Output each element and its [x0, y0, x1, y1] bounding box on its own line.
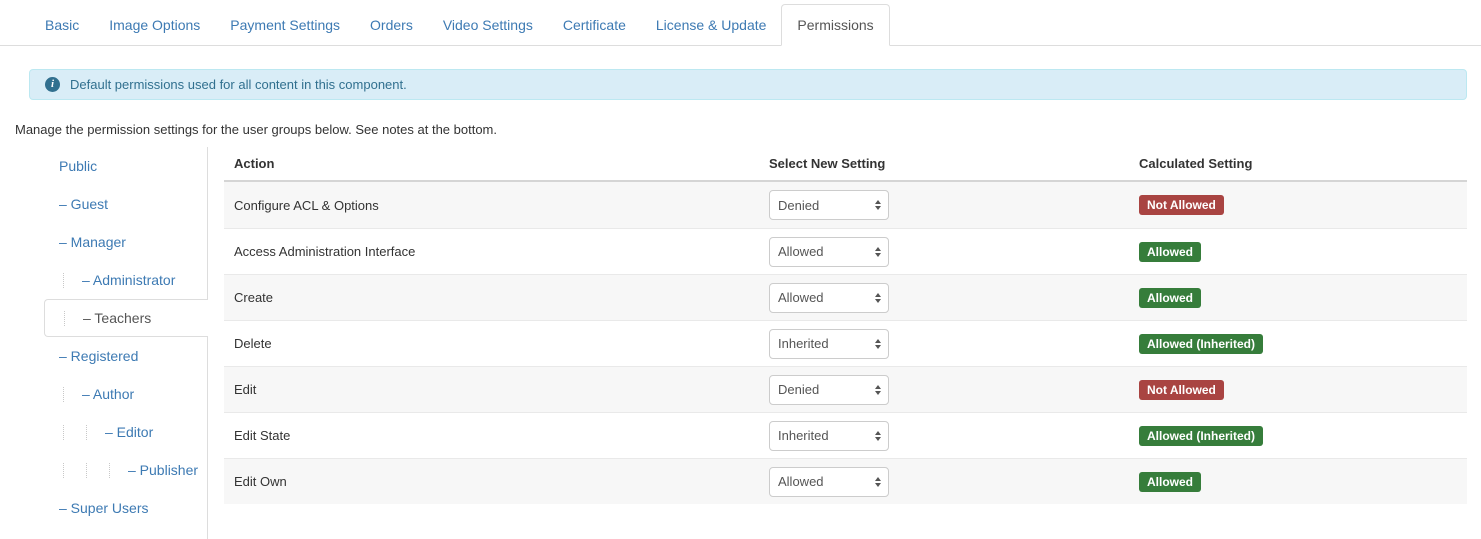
action-label: Configure ACL & Options: [224, 198, 759, 213]
permissions-table-body: Configure ACL & Options Denied Not Allowed…: [224, 182, 1467, 504]
permissions-layout: Public – Guest – Manager – Administrator – T…: [0, 147, 1481, 539]
tab-certificate[interactable]: Certificate: [548, 5, 641, 45]
permission-row-delete: Delete Inherited Allowed (Inherited): [224, 320, 1467, 366]
action-label: Edit Own: [224, 474, 759, 489]
calculated-setting-badge: Allowed (Inherited): [1139, 334, 1263, 354]
tab-video-settings[interactable]: Video Settings: [428, 5, 548, 45]
setting-select-edit-own[interactable]: Allowed: [769, 467, 889, 497]
calculated-setting-badge: Allowed: [1139, 472, 1201, 492]
setting-select-configure-acl-options[interactable]: Denied: [769, 190, 889, 220]
hierarchy-dotted-line: [63, 425, 82, 440]
group-label: – Editor: [105, 424, 153, 440]
user-group-list: Public – Guest – Manager – Administrator – T…: [14, 147, 208, 527]
calculated-setting-badge: Not Allowed: [1139, 380, 1224, 400]
action-label: Create: [224, 290, 759, 305]
setting-select-wrap: Inherited: [769, 329, 889, 359]
tab-image-options[interactable]: Image Options: [94, 5, 215, 45]
calculated-setting-badge: Allowed: [1139, 288, 1201, 308]
group-item-public[interactable]: Public: [14, 147, 208, 185]
setting-select-create[interactable]: Allowed: [769, 283, 889, 313]
setting-select-delete[interactable]: Inherited: [769, 329, 889, 359]
hierarchy-dotted-line: [63, 463, 82, 478]
permission-row-create: Create Allowed Allowed: [224, 274, 1467, 320]
column-header-select-new-setting: Select New Setting: [759, 156, 1129, 171]
sidebar-divider: [207, 147, 208, 539]
permissions-table: Action Select New Setting Calculated Set…: [224, 147, 1467, 504]
group-label: – Manager: [59, 234, 126, 250]
permission-row-configure-acl-options: Configure ACL & Options Denied Not Allowed: [224, 182, 1467, 228]
setting-select-wrap: Allowed: [769, 467, 889, 497]
setting-select-edit-state[interactable]: Inherited: [769, 421, 889, 451]
group-item-registered[interactable]: – Registered: [14, 337, 208, 375]
action-label: Edit State: [224, 428, 759, 443]
column-header-action: Action: [224, 156, 759, 171]
setting-select-edit[interactable]: Denied: [769, 375, 889, 405]
group-item-teachers[interactable]: – Teachers: [44, 299, 208, 337]
action-label: Access Administration Interface: [224, 244, 759, 259]
tab-basic[interactable]: Basic: [30, 5, 94, 45]
setting-select-access-administration-interface[interactable]: Allowed: [769, 237, 889, 267]
group-item-manager[interactable]: – Manager: [14, 223, 208, 261]
permission-row-access-administration-interface: Access Administration Interface Allowed Al…: [224, 228, 1467, 274]
group-item-administrator[interactable]: – Administrator: [14, 261, 208, 299]
group-item-guest[interactable]: – Guest: [14, 185, 208, 223]
info-icon: i: [45, 77, 60, 92]
hierarchy-dotted-line: [63, 387, 82, 402]
group-item-editor[interactable]: – Editor: [14, 413, 208, 451]
group-item-author[interactable]: – Author: [14, 375, 208, 413]
group-label: – Guest: [59, 196, 108, 212]
calculated-setting-badge: Not Allowed: [1139, 195, 1224, 215]
hierarchy-dotted-line: [64, 311, 83, 326]
hierarchy-dotted-line: [86, 425, 105, 440]
page-description: Manage the permission settings for the u…: [15, 122, 1481, 137]
group-item-publisher[interactable]: – Publisher: [14, 451, 208, 489]
action-label: Edit: [224, 382, 759, 397]
setting-select-wrap: Denied: [769, 375, 889, 405]
calculated-setting-badge: Allowed: [1139, 242, 1201, 262]
group-label: – Administrator: [82, 272, 175, 288]
tab-bar: BasicImage OptionsPayment SettingsOrders…: [0, 0, 1481, 46]
user-group-sidebar: Public – Guest – Manager – Administrator – T…: [14, 147, 208, 539]
info-alert: i Default permissions used for all conte…: [29, 69, 1467, 100]
tab-license-update[interactable]: License & Update: [641, 5, 782, 45]
action-label: Delete: [224, 336, 759, 351]
group-label: – Super Users: [59, 500, 148, 516]
group-label: – Teachers: [83, 310, 151, 326]
permissions-table-header: Action Select New Setting Calculated Set…: [224, 147, 1467, 182]
group-label: Public: [59, 158, 97, 174]
group-label: – Registered: [59, 348, 138, 364]
group-label: – Publisher: [128, 462, 198, 478]
setting-select-wrap: Inherited: [769, 421, 889, 451]
column-header-calculated-setting: Calculated Setting: [1129, 156, 1467, 171]
permission-row-edit-own: Edit Own Allowed Allowed: [224, 458, 1467, 504]
hierarchy-dotted-line: [109, 463, 128, 478]
alert-text: Default permissions used for all content…: [70, 77, 407, 92]
permission-row-edit-state: Edit State Inherited Allowed (Inherited): [224, 412, 1467, 458]
permission-row-edit: Edit Denied Not Allowed: [224, 366, 1467, 412]
tab-orders[interactable]: Orders: [355, 5, 428, 45]
calculated-setting-badge: Allowed (Inherited): [1139, 426, 1263, 446]
tab-payment-settings[interactable]: Payment Settings: [215, 5, 355, 45]
setting-select-wrap: Allowed: [769, 237, 889, 267]
group-item-super-users[interactable]: – Super Users: [14, 489, 208, 527]
hierarchy-dotted-line: [86, 463, 105, 478]
setting-select-wrap: Denied: [769, 190, 889, 220]
hierarchy-dotted-line: [63, 273, 82, 288]
setting-select-wrap: Allowed: [769, 283, 889, 313]
tab-permissions[interactable]: Permissions: [781, 4, 889, 46]
group-label: – Author: [82, 386, 134, 402]
